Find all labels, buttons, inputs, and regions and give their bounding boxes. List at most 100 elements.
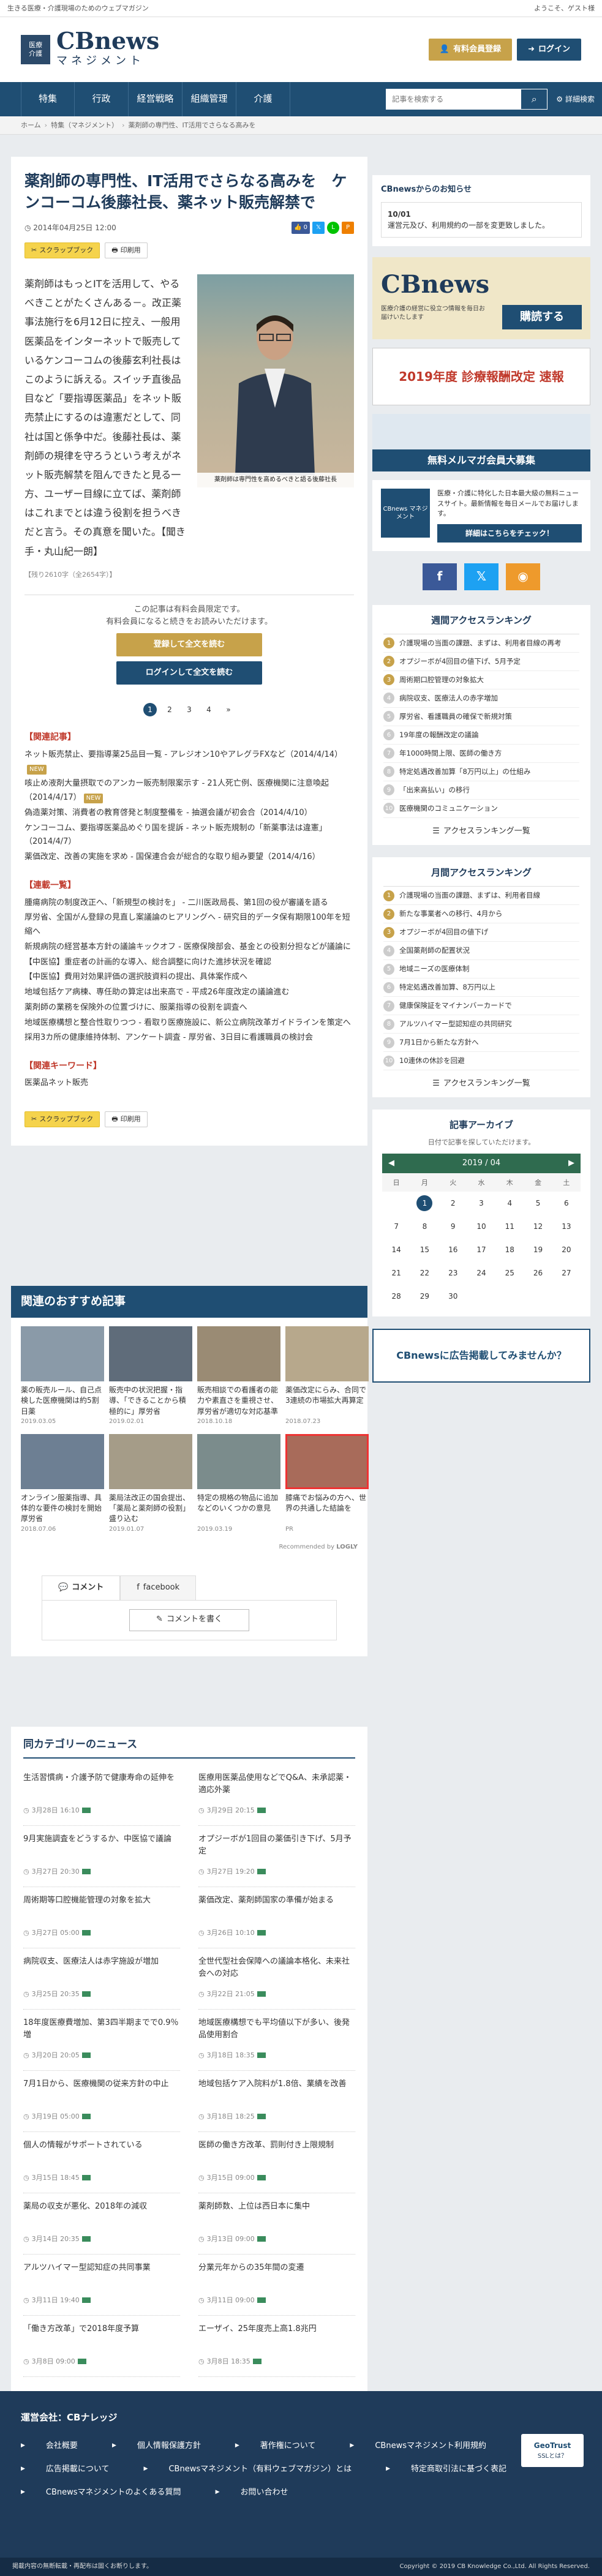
facebook-link[interactable]: f xyxy=(423,563,457,590)
calendar-day[interactable]: 18 xyxy=(495,1238,524,1261)
ranking-item[interactable]: 2 新たな事業者への移行、4月から xyxy=(383,905,579,924)
site-logo[interactable]: 医療 介護 CBnews マネジメント xyxy=(21,29,159,70)
calendar-day[interactable]: 24 xyxy=(467,1261,495,1285)
calendar-day[interactable]: 15 xyxy=(410,1238,438,1261)
print-button[interactable]: 🖶 印刷用 xyxy=(105,242,148,258)
search-input[interactable] xyxy=(386,89,521,110)
related-item[interactable]: ケンコーコム、要指導医薬品めぐり国を提訴 - ネット販売規制の「新薬事法は違憲」… xyxy=(24,822,354,850)
recommend-card[interactable]: 薬価改定にらみ、合同で3連続の市場拡大再算定 2018.07.23 xyxy=(285,1326,369,1427)
nav-item[interactable]: 行政 xyxy=(75,82,129,116)
calendar-day[interactable]: 29 xyxy=(410,1285,438,1308)
footer-link[interactable]: ▶ 著作権について xyxy=(235,2435,350,2458)
footer-link[interactable]: ▶ 会社概要 xyxy=(21,2435,112,2458)
news-item[interactable]: 9月実施調査をどうするか、中医協で議論 ◷ 3月27日 20:30 xyxy=(23,1826,180,1888)
recommend-card[interactable]: 薬局法改正の国会提出、「薬局と薬剤師の役割」盛り込む 2019.01.07 xyxy=(109,1433,192,1534)
print-button-bottom[interactable]: 🖶 印刷用 xyxy=(105,1111,148,1127)
monthly-ranking-more[interactable]: ☰ アクセスランキング一覧 xyxy=(383,1070,579,1097)
page-link[interactable]: 3 xyxy=(182,703,196,716)
nav-item[interactable]: 経営戦略 xyxy=(129,82,182,116)
calendar-day[interactable]: 25 xyxy=(495,1261,524,1285)
advanced-search-link[interactable]: ⚙ 詳細検索 xyxy=(556,94,595,105)
ranking-item[interactable]: 1 介護現場の当面の課題、まずは、利用者目線 xyxy=(383,887,579,906)
calendar-day[interactable]: 5 xyxy=(524,1192,552,1215)
calendar-day[interactable]: 17 xyxy=(467,1238,495,1261)
recommend-card[interactable]: 薬の販売ルール、自己点検した医療機関は約5割 日薬 2019.03.05 xyxy=(21,1326,104,1427)
page-link[interactable]: » xyxy=(222,703,235,716)
series-item[interactable]: 薬剤師の業務を保険外の位置づけに、服薬指導の役割を調査へ xyxy=(24,1001,354,1015)
revision-banner[interactable]: 2019年度 診療報酬改定 速報 xyxy=(372,348,590,406)
mailmagazine-banner[interactable]: 無料メルマガ会員大募集 xyxy=(372,414,590,472)
footer-link[interactable]: ▶ お問い合わせ xyxy=(216,2481,323,2504)
ranking-item[interactable]: 9 7月1日から新たな方針へ xyxy=(383,1034,579,1053)
series-item[interactable]: 地域包括ケア病棟、専任助の算定は出来高で - 平成26年度改定の議論進む xyxy=(24,986,354,1000)
keyword-link[interactable]: 医薬品ネット販売 xyxy=(24,1078,88,1087)
ranking-item[interactable]: 5 地域ニーズの医療体制 xyxy=(383,960,579,979)
calendar-day[interactable]: 20 xyxy=(552,1238,581,1261)
calendar-day[interactable]: 26 xyxy=(524,1261,552,1285)
nav-item[interactable]: 組織管理 xyxy=(182,82,236,116)
ranking-item[interactable]: 3 周術期口腔管理の対象拡大 xyxy=(383,671,579,689)
twitter-share-button[interactable]: 𝕏 xyxy=(312,222,325,234)
footer-link[interactable]: ▶ 広告掲載について xyxy=(21,2458,144,2481)
news-item[interactable]: 「働き方改革」で2018年度予算 ◷ 3月8日 09:00 xyxy=(23,2316,180,2378)
ranking-item[interactable]: 4 病院収支、医療法人の赤字増加 xyxy=(383,689,579,708)
footer-link[interactable]: ▶ CBnewsマネジメントのよくある質問 xyxy=(21,2481,216,2504)
ranking-item[interactable]: 3 オプジーボが4回目の値下げ xyxy=(383,923,579,942)
line-share-button[interactable]: L xyxy=(327,222,339,234)
calendar-day[interactable]: 30 xyxy=(439,1285,467,1308)
news-item[interactable]: 病院収支、医療法人は赤字施設が増加 ◷ 3月25日 20:35 xyxy=(23,1948,180,2010)
ranking-item[interactable]: 9 「出来高払い」の移行 xyxy=(383,781,579,800)
notice-item[interactable]: 10/01 運営元及び、利用規約の一部を変更致しました。 xyxy=(381,202,582,238)
calendar-day[interactable]: 28 xyxy=(382,1285,410,1308)
breadcrumb-home[interactable]: ホーム xyxy=(21,120,41,130)
ssl-badge[interactable]: GeoTrust SSLとは？ xyxy=(521,2434,584,2467)
news-item[interactable]: 分業元年からの35年間の変遷 ◷ 3月11日 09:00 xyxy=(198,2255,355,2316)
recommend-card[interactable]: 膝痛でお悩みの方へ、世界の共通した結論を PR xyxy=(285,1433,369,1534)
weekly-ranking-more[interactable]: ☰ アクセスランキング一覧 xyxy=(383,818,579,845)
prev-month-button[interactable]: ◀ xyxy=(388,1157,394,1170)
news-item[interactable]: 生活習慣病・介護予防で健康寿命の延伸を ◷ 3月28日 16:10 xyxy=(23,1765,180,1827)
register-button[interactable]: 👤 有料会員登録 xyxy=(428,39,513,61)
news-item[interactable]: 18年度医療費増加、第3四半期までで0.9％増 ◷ 3月20日 20:05 xyxy=(23,2010,180,2071)
calendar-day[interactable]: 23 xyxy=(439,1261,467,1285)
footer-link[interactable]: ▶ CBnewsマネジメント利用規約 xyxy=(350,2435,521,2458)
series-item[interactable]: 腫瘍病院の制度改正へ、「新規型の検討を」 - 二川医政局長、第1回の役が審議を語… xyxy=(24,896,354,911)
ranking-item[interactable]: 8 アルツハイマー型認知症の共同研究 xyxy=(383,1015,579,1034)
calendar-day[interactable]: 3 xyxy=(467,1192,495,1215)
page-link[interactable]: 2 xyxy=(163,703,176,716)
advertise-banner[interactable]: CBnewsに広告掲載してみませんか？ xyxy=(372,1329,590,1383)
nav-item[interactable]: 介護 xyxy=(236,82,290,116)
twitter-link[interactable]: 𝕏 xyxy=(464,563,499,590)
calendar-day[interactable]: 12 xyxy=(524,1215,552,1238)
ranking-item[interactable]: 10 医療機関のコミュニケーション xyxy=(383,800,579,818)
ranking-item[interactable]: 4 全国薬剤師の配置状況 xyxy=(383,942,579,961)
page-link[interactable]: 4 xyxy=(202,703,216,716)
news-item[interactable]: 個人の情報がサポートされている ◷ 3月15日 18:45 xyxy=(23,2132,180,2194)
news-item[interactable]: エーザイ、25年度売上高1.8兆円 ◷ 3月8日 18:35 xyxy=(198,2316,355,2378)
ranking-item[interactable]: 8 特定処遇改善加算「8万円以上」の仕組み xyxy=(383,763,579,781)
footer-link[interactable]: ▶ 特定商取引法に基づく表記 xyxy=(386,2458,541,2481)
rss-link[interactable]: ◉ xyxy=(506,563,540,590)
series-item[interactable]: 地域医療構想と整合性取りつつ - 看取り医療施設に、新公立病院改革ガイドラインを… xyxy=(24,1016,354,1031)
calendar-day[interactable]: 27 xyxy=(552,1261,581,1285)
footer-link[interactable]: ▶ 個人情報保護方針 xyxy=(112,2435,235,2458)
login-button[interactable]: ➜ ログイン xyxy=(517,39,581,61)
scrapbook-button-bottom[interactable]: ✂ スクラップブック xyxy=(24,1111,100,1127)
ranking-item[interactable]: 6 特定処遇改善加算、8万円以上 xyxy=(383,978,579,997)
calendar-day[interactable]: 2 xyxy=(439,1192,467,1215)
calendar-day[interactable]: 6 xyxy=(552,1192,581,1215)
series-item[interactable]: 新規病院の経営基本方針の議論キックオフ - 医療保険部会、基金との役割分担などが… xyxy=(24,941,354,955)
calendar-day[interactable]: 8 xyxy=(410,1215,438,1238)
ranking-item[interactable]: 2 オプジーボが4回目の値下げ、5月予定 xyxy=(383,653,579,671)
footer-link[interactable]: ▶ CBnewsマネジメント（有料ウェブマガジン）とは xyxy=(144,2458,386,2481)
calendar-day[interactable]: 22 xyxy=(410,1261,438,1285)
calendar-day[interactable]: 13 xyxy=(552,1215,581,1238)
pocket-share-button[interactable]: P xyxy=(342,222,354,234)
news-item[interactable]: 地域医療構想でも平均値以下が多い、後発品使用割合 ◷ 3月18日 18:35 xyxy=(198,2010,355,2071)
news-item[interactable]: 全世代型社会保障への議論本格化、未来社会への対応 ◷ 3月22日 21:05 xyxy=(198,1948,355,2010)
recommend-card[interactable]: 販売中の状況把握・指導、「できることから積極的に」厚労省 2019.02.01 xyxy=(109,1326,192,1427)
related-item[interactable]: 偽造薬対策、消費者の教育啓発と制度整備を - 抽選会議が初会合（2014/4/1… xyxy=(24,806,354,820)
calendar-day[interactable]: 9 xyxy=(439,1215,467,1238)
calendar-day[interactable]: 14 xyxy=(382,1238,410,1261)
series-item[interactable]: 厚労省、全国がん登録の見直し案議論のヒアリングへ - 研究目的データ保有期限10… xyxy=(24,911,354,939)
